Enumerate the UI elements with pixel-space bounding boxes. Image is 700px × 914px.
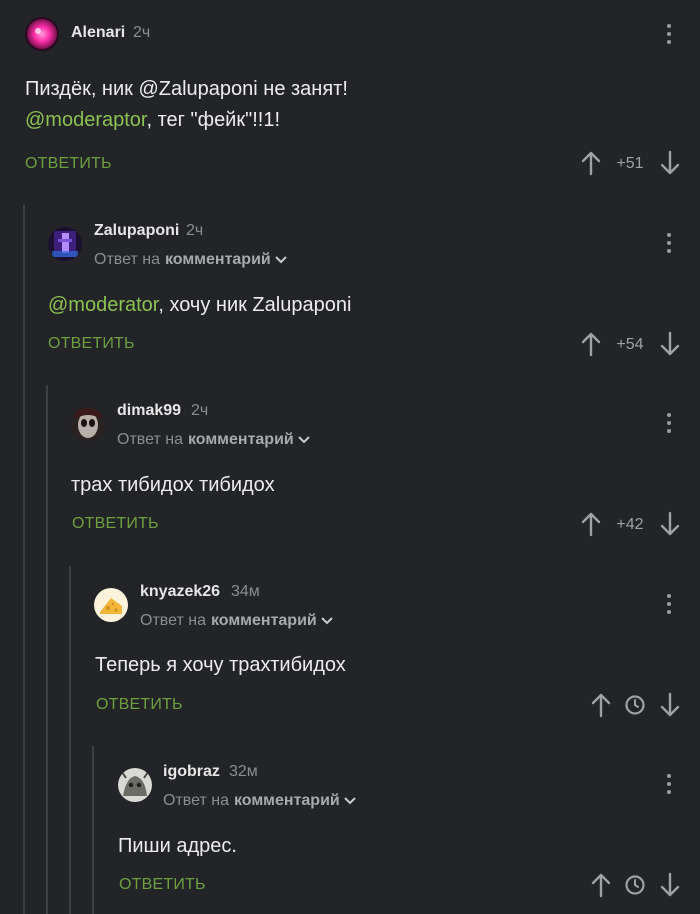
clock-icon — [625, 695, 645, 715]
vote-score: +54 — [616, 336, 644, 353]
username[interactable]: dimak99 — [117, 402, 181, 420]
reply-to-prefix: Ответ на — [94, 251, 160, 268]
reply-to-label[interactable]: Ответ на комментарий — [140, 612, 333, 630]
arrow-up-icon[interactable] — [591, 692, 611, 718]
username[interactable]: Zalupaponi — [94, 222, 179, 240]
grey-creature-avatar-icon — [118, 768, 152, 802]
comment-time: 34м — [231, 583, 260, 600]
arrow-up-icon[interactable] — [581, 331, 601, 357]
arrow-down-icon[interactable] — [660, 511, 680, 537]
username[interactable]: knyazek26 — [140, 583, 220, 601]
purple-figure-avatar-icon — [48, 227, 82, 261]
reply-to-prefix: Ответ на — [140, 612, 206, 629]
comment-body-text: , хочу ник Zalupaponi — [158, 294, 352, 316]
username[interactable]: igobraz — [163, 763, 220, 781]
reply-to-label[interactable]: Ответ на комментарий — [94, 251, 287, 269]
thread-line[interactable] — [23, 205, 25, 914]
comment-time: 2ч — [191, 402, 209, 419]
comment-igobraz: igobraz 32м Ответ на комментарий Пиши ад… — [0, 0, 700, 898]
chevron-down-icon[interactable] — [275, 256, 287, 264]
arrow-down-icon[interactable] — [660, 692, 680, 718]
more-options-icon[interactable] — [664, 774, 674, 796]
chevron-down-icon[interactable] — [344, 797, 356, 805]
comment-body: трах тибидох тибидох — [71, 474, 275, 496]
reply-to-target[interactable]: комментарий — [188, 431, 294, 449]
comment-body: Теперь я хочу трахтибидох — [95, 654, 346, 676]
mention-link[interactable]: @moderator — [48, 294, 158, 316]
clock-icon — [625, 875, 645, 895]
thread-line[interactable] — [92, 746, 94, 914]
comment-time: 32м — [229, 763, 258, 780]
reply-to-label[interactable]: Ответ на комментарий — [117, 431, 310, 449]
arrow-up-icon[interactable] — [591, 872, 611, 898]
reply-to-prefix: Ответ на — [163, 792, 229, 809]
avatar[interactable] — [118, 768, 152, 802]
comment-body: @moderator, хочу ник Zalupaponi — [48, 290, 351, 321]
thread-line[interactable] — [69, 566, 71, 914]
comment-body: Пиши адрес. — [118, 835, 237, 857]
reply-to-target[interactable]: комментарий — [234, 792, 340, 810]
reply-button[interactable]: ОТВЕТИТЬ — [72, 515, 159, 533]
reply-button[interactable]: ОТВЕТИТЬ — [119, 876, 206, 894]
reply-to-target[interactable]: комментарий — [165, 251, 271, 269]
chevron-down-icon[interactable] — [321, 617, 333, 625]
thread-line[interactable] — [46, 385, 48, 914]
more-options-icon[interactable] — [664, 594, 674, 616]
more-options-icon[interactable] — [664, 413, 674, 435]
reply-to-prefix: Ответ на — [117, 431, 183, 448]
arrow-down-icon[interactable] — [660, 872, 680, 898]
avatar[interactable] — [71, 407, 105, 441]
comment-time: 2ч — [186, 222, 204, 239]
reply-button[interactable]: ОТВЕТИТЬ — [48, 335, 135, 353]
arrow-up-icon[interactable] — [581, 511, 601, 537]
avatar[interactable] — [48, 227, 82, 261]
arrow-down-icon[interactable] — [660, 331, 680, 357]
vote-score: +42 — [616, 516, 644, 533]
cheese-avatar-icon — [94, 588, 128, 622]
reply-to-target[interactable]: комментарий — [211, 612, 317, 630]
reply-to-label[interactable]: Ответ на комментарий — [163, 792, 356, 810]
more-options-icon[interactable] — [664, 233, 674, 255]
reply-button[interactable]: ОТВЕТИТЬ — [96, 696, 183, 714]
avatar[interactable] — [94, 588, 128, 622]
chevron-down-icon[interactable] — [298, 436, 310, 444]
dark-face-avatar-icon — [71, 407, 105, 441]
